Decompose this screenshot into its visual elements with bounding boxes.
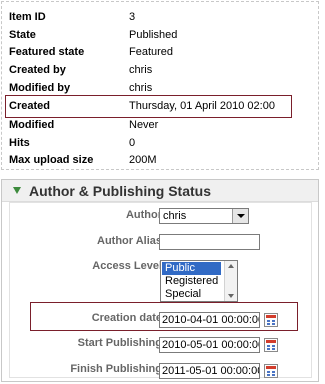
triangle-down-icon[interactable]	[13, 187, 21, 194]
author-alias-label: Author Alias	[97, 235, 162, 247]
publishing-panel: Author & Publishing Status Author chris …	[1, 179, 319, 382]
access-level-listbox[interactable]: Public Registered Special	[160, 260, 238, 302]
start-publishing-value: 2010-05-01 00:00:00	[162, 339, 260, 351]
panel-title[interactable]: Author & Publishing Status	[29, 181, 211, 201]
calendar-icon[interactable]	[264, 338, 278, 352]
access-option-special[interactable]: Special	[162, 288, 221, 301]
item-details-box: Item ID 3 State Published Featured state…	[1, 1, 319, 170]
detail-row-item-id: Item ID 3	[9, 8, 309, 26]
detail-row-max-upload-size: Max upload size 200M	[9, 151, 309, 169]
detail-value: 0	[129, 137, 136, 149]
panel-header[interactable]: Author & Publishing Status	[2, 180, 318, 202]
detail-value: Never	[129, 119, 159, 131]
author-label: Author	[125, 209, 162, 221]
author-select[interactable]: chris	[159, 208, 249, 224]
listbox-scrollbar[interactable]	[224, 261, 237, 301]
detail-value: Featured	[129, 46, 174, 58]
detail-label: Max upload size	[9, 154, 94, 166]
detail-row-featured-state: Featured state Featured	[9, 43, 309, 61]
scroll-down-icon[interactable]	[228, 294, 234, 298]
author-alias-input[interactable]	[159, 234, 260, 250]
detail-label: Item ID	[9, 11, 46, 23]
detail-row-modified: Modified Never	[9, 116, 309, 134]
detail-label: Modified	[9, 119, 55, 131]
detail-row-hits: Hits 0	[9, 134, 309, 152]
detail-label: Hits	[9, 137, 30, 149]
detail-value: 3	[129, 11, 136, 23]
author-select-value: chris	[163, 210, 187, 222]
creation-date-highlight-box	[30, 302, 298, 331]
finish-publishing-label: Finish Publishing	[70, 363, 162, 375]
start-publishing-label: Start Publishing	[77, 337, 162, 349]
detail-label: Featured state	[9, 46, 85, 58]
dropdown-button[interactable]	[232, 209, 248, 223]
start-publishing-input[interactable]: 2010-05-01 00:00:00	[159, 337, 260, 353]
scroll-up-icon[interactable]	[228, 264, 234, 268]
detail-value: 200M	[129, 154, 157, 166]
created-highlight-box	[5, 95, 292, 118]
access-level-label: Access Level	[92, 260, 162, 272]
detail-label: Created by	[9, 64, 66, 76]
finish-publishing-input[interactable]: 2011-05-01 00:00:00	[159, 363, 260, 379]
calendar-icon[interactable]	[264, 364, 278, 378]
detail-label: State	[9, 29, 36, 41]
detail-row-state: State Published	[9, 26, 309, 44]
access-option-registered[interactable]: Registered	[162, 275, 221, 288]
chevron-down-icon	[237, 214, 245, 218]
detail-value: chris	[129, 64, 153, 76]
detail-value: Published	[129, 29, 178, 41]
access-option-public[interactable]: Public	[162, 262, 221, 275]
detail-row-created-by: Created by chris	[9, 61, 309, 79]
finish-publishing-value: 2011-05-01 00:00:00	[162, 365, 260, 377]
